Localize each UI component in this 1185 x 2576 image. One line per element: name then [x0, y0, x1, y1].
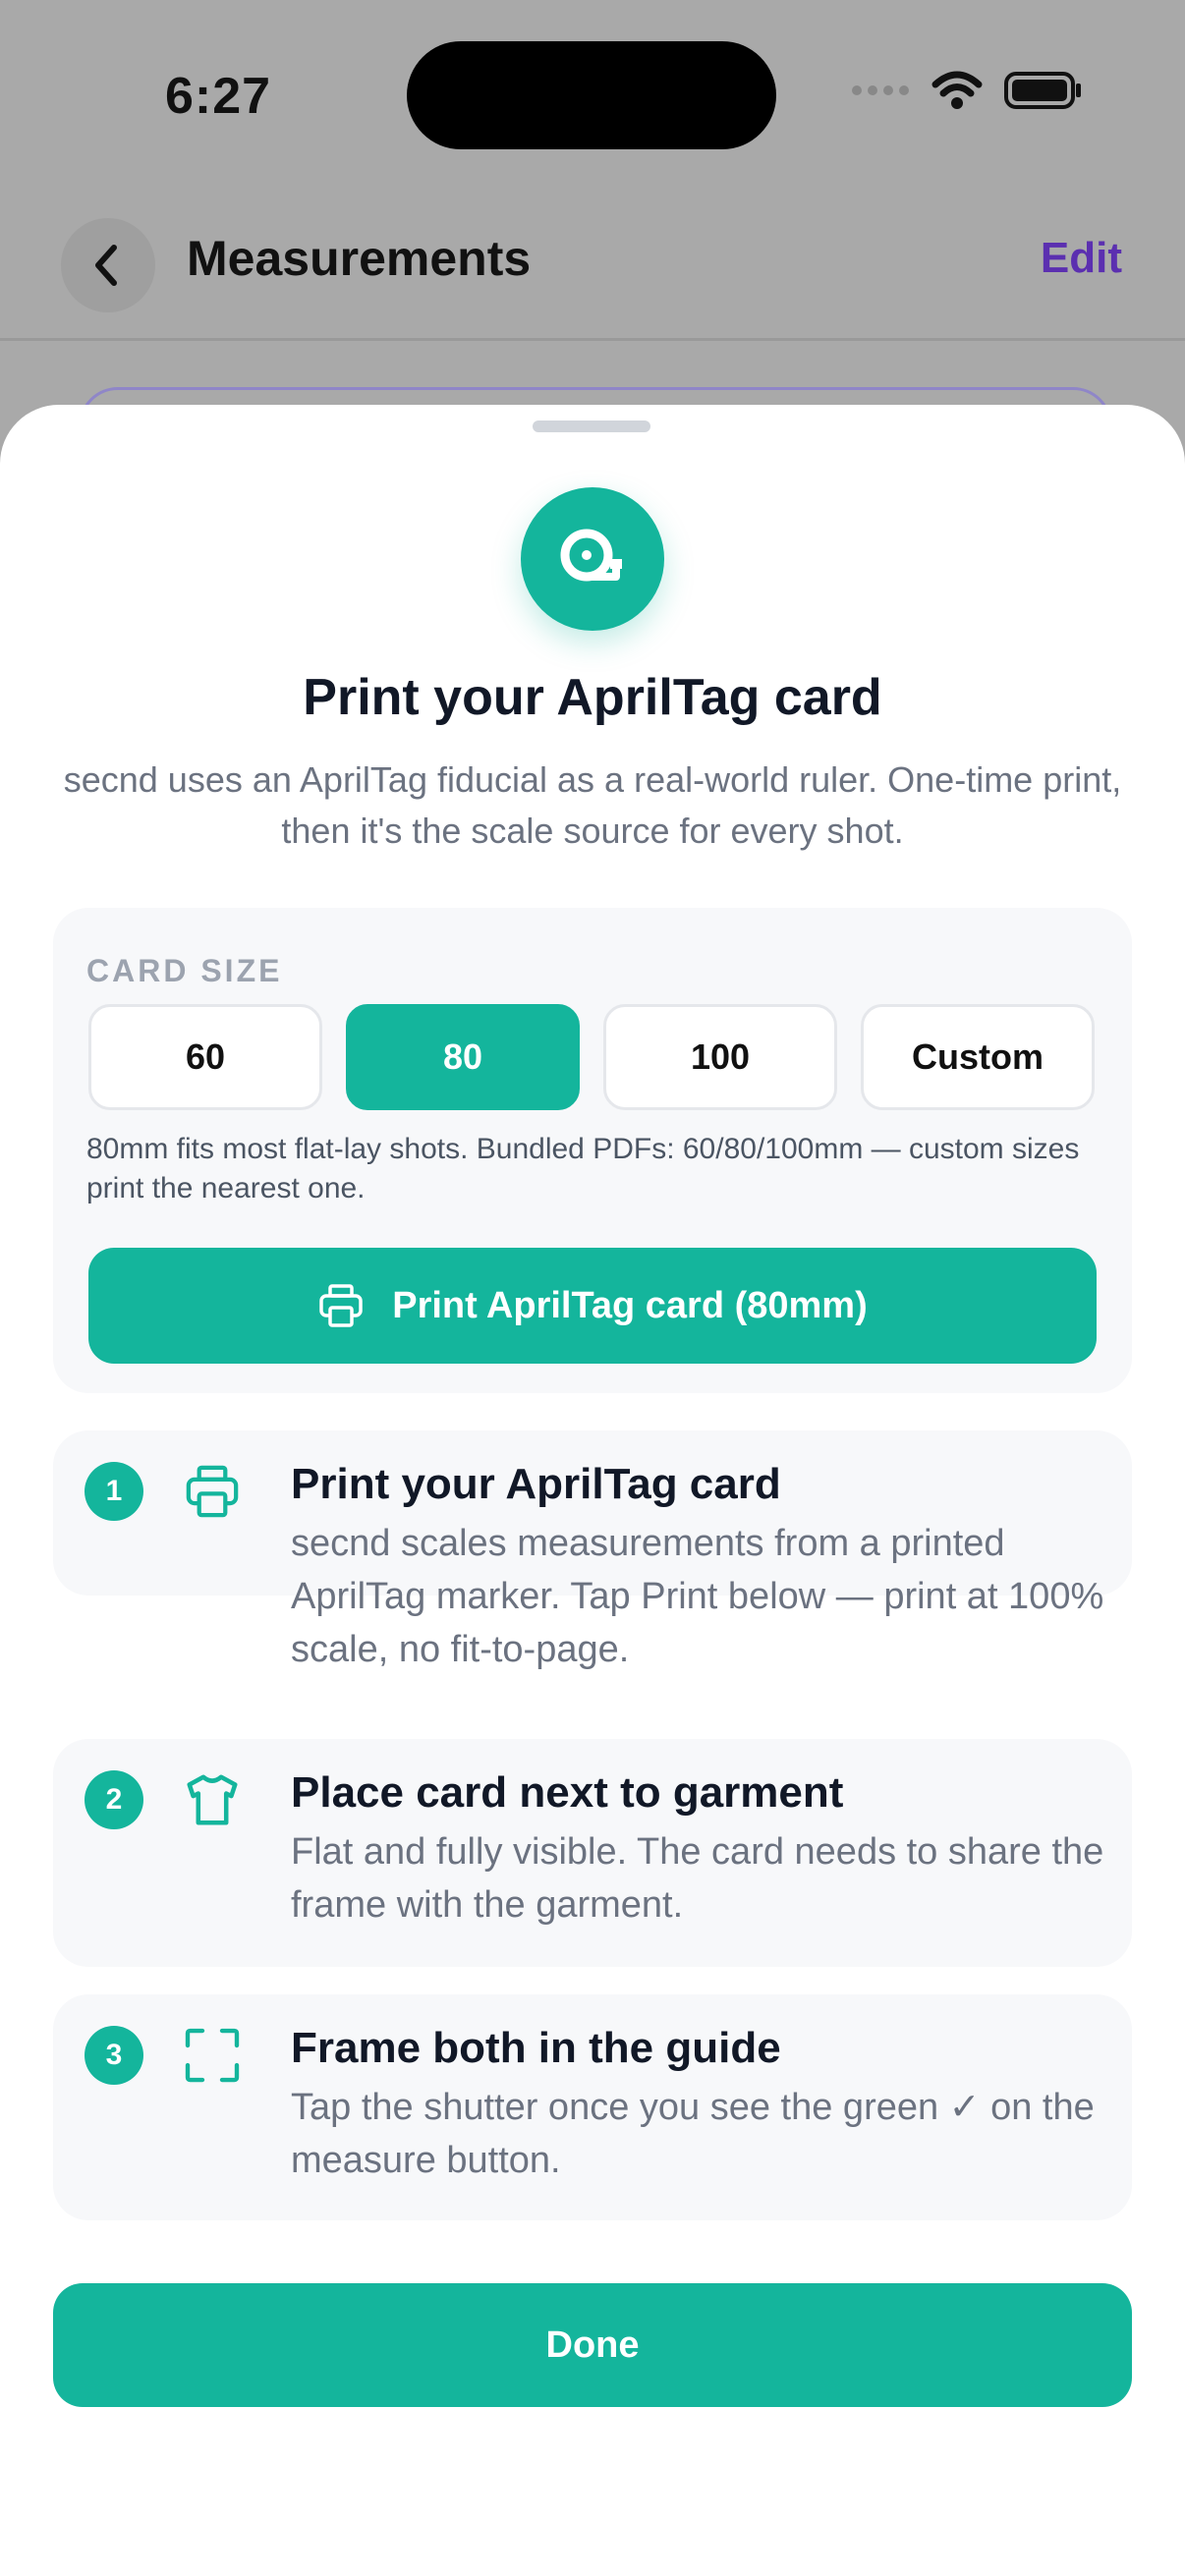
print-button-label: Print AprilTag card (80mm)	[392, 1284, 868, 1326]
step-title: Frame both in the guide	[291, 2024, 781, 2072]
step-number: 2	[85, 1770, 143, 1829]
april-tag-sheet: Print your AprilTag card secnd uses an A…	[0, 405, 1185, 2576]
nav-divider	[0, 338, 1185, 341]
step-title: Place card next to garment	[291, 1768, 844, 1817]
battery-icon	[1004, 72, 1081, 109]
signal-dots-icon	[852, 85, 909, 95]
done-button[interactable]: Done	[53, 2283, 1132, 2407]
card-size-panel: CARD SIZE 60 80 100 Custom 80mm fits mos…	[53, 908, 1132, 1393]
tape-measure-icon	[521, 487, 664, 631]
step-body: secnd scales measurements from a printed…	[291, 1523, 1104, 1670]
size-option-custom[interactable]: Custom	[861, 1004, 1095, 1110]
printer-icon	[319, 1284, 363, 1327]
print-apriltag-button[interactable]: Print AprilTag card (80mm)	[88, 1248, 1097, 1364]
step-number: 1	[85, 1462, 143, 1521]
status-icons	[851, 71, 1083, 110]
back-button[interactable]	[61, 218, 155, 312]
edit-button[interactable]: Edit	[1041, 234, 1122, 283]
size-option-60[interactable]: 60	[88, 1004, 322, 1110]
tshirt-icon	[181, 1768, 244, 1831]
step-card-3: 3 Frame both in the guide Tap the shutte…	[53, 1994, 1132, 2220]
page-title: Measurements	[187, 231, 532, 286]
status-time: 6:27	[165, 68, 272, 125]
sheet-title: Print your AprilTag card	[303, 669, 882, 726]
chevron-left-icon	[95, 245, 117, 286]
step-title: Print your AprilTag card	[291, 1460, 781, 1508]
step-body: Flat and fully visible. The card needs t…	[291, 1831, 1104, 1926]
wifi-icon	[931, 71, 983, 109]
sheet-subtitle: secnd uses an AprilTag fiducial as a rea…	[63, 759, 1122, 851]
step-number: 3	[85, 2026, 143, 2085]
sheet-grabber[interactable]	[533, 420, 650, 432]
step-card-2: 2 Place card next to garment Flat and fu…	[53, 1739, 1132, 1967]
card-size-label: CARD SIZE	[86, 953, 283, 988]
frame-corners-icon	[181, 2024, 244, 2087]
dynamic-island	[407, 41, 776, 149]
step-body: Tap the shutter once you see the green ✓…	[291, 2087, 1095, 2181]
printer-icon	[181, 1460, 244, 1523]
size-option-80[interactable]: 80	[346, 1004, 580, 1110]
size-option-100[interactable]: 100	[603, 1004, 837, 1110]
card-size-hint: 80mm fits most flat-lay shots. Bundled P…	[86, 1133, 1080, 1204]
step-card-1: 1 Print your AprilTag card secnd scales …	[53, 1430, 1132, 1670]
